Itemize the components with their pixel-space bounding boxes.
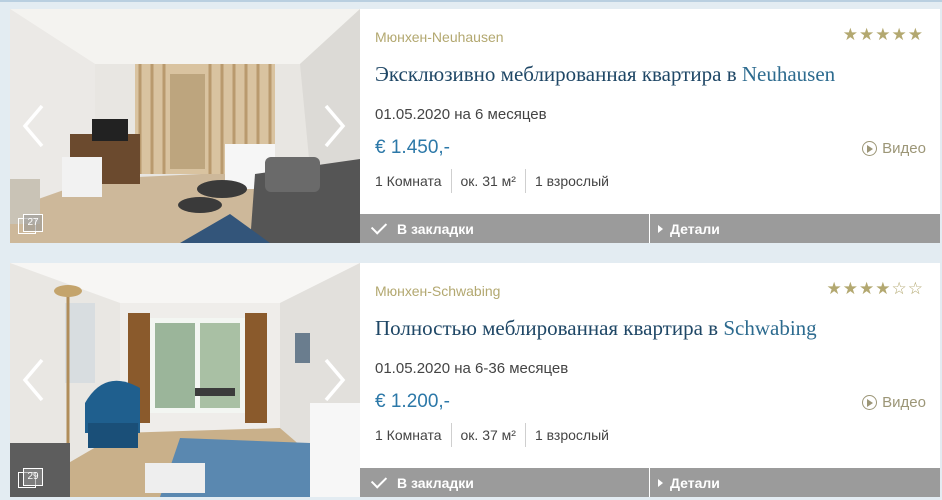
prev-photo-button[interactable] [20, 355, 50, 405]
photo-count-badge[interactable]: 29 [18, 468, 48, 490]
chevron-right-icon [324, 358, 346, 402]
caret-right-icon [658, 478, 663, 487]
listing-photo[interactable]: 27 [10, 9, 360, 243]
chevron-left-icon [22, 358, 44, 402]
title-text: Полностью меблированная квартира в [375, 316, 724, 340]
checkmark-icon [370, 218, 388, 235]
listing-price: € 1.200,- [375, 391, 450, 412]
video-label: Видео [882, 140, 926, 157]
play-circle-icon [862, 395, 878, 410]
listing-info: Мюнхен-Schwabing ★★★★☆☆ Полностью меблир… [360, 263, 940, 468]
listing-location: Мюнхен-Neuhausen [375, 29, 504, 45]
listing-card: 29 Мюнхен-Schwabing ★★★★☆☆ Полностью меб… [10, 263, 940, 497]
details-button[interactable]: Детали [650, 214, 940, 243]
bookmark-label: В закладки [397, 474, 474, 491]
video-link[interactable]: Видео [862, 140, 926, 157]
listing-card: 27 Мюнхен-Neuhausen ★★★★★ Эксклюзивно ме… [10, 9, 940, 243]
listing-location: Мюнхен-Schwabing [375, 283, 501, 299]
listing-actions: В закладки Детали [360, 214, 940, 243]
bookmark-button[interactable]: В закладки [360, 468, 650, 497]
listing-actions: В закладки Детали [360, 468, 940, 497]
room-photo-image [10, 9, 360, 243]
listing-facts: 1 Комната ок. 37 м² 1 взрослый [375, 423, 618, 447]
rating-stars: ★★★★☆☆ [826, 279, 924, 299]
guests: 1 взрослый [524, 169, 618, 193]
photo-count: 29 [23, 468, 43, 486]
title-place: Schwabing [723, 316, 817, 340]
chevron-left-icon [22, 104, 44, 148]
guests: 1 взрослый [524, 423, 618, 447]
title-place: Neuhausen [741, 62, 836, 86]
prev-photo-button[interactable] [20, 101, 50, 151]
listing-price: € 1.450,- [375, 137, 450, 158]
details-button[interactable]: Детали [650, 468, 940, 497]
next-photo-button[interactable] [318, 355, 348, 405]
details-label: Детали [670, 220, 720, 237]
listing-facts: 1 Комната ок. 31 м² 1 взрослый [375, 169, 618, 193]
checkmark-icon [370, 472, 388, 489]
availability-dates: 01.05.2020 на 6-36 месяцев [375, 360, 569, 377]
availability-dates: 01.05.2020 на 6 месяцев [375, 106, 547, 123]
details-label: Детали [670, 474, 720, 491]
video-label: Видео [882, 394, 926, 411]
next-photo-button[interactable] [318, 101, 348, 151]
photo-count: 27 [23, 214, 43, 232]
area: ок. 31 м² [450, 169, 525, 193]
play-circle-icon [862, 141, 878, 156]
listing-info: Мюнхен-Neuhausen ★★★★★ Эксклюзивно мебли… [360, 9, 940, 214]
top-border [0, 0, 942, 2]
photo-count-badge[interactable]: 27 [18, 214, 48, 236]
bookmark-label: В закладки [397, 220, 474, 237]
rating-stars: ★★★★★ [842, 25, 924, 45]
listing-title[interactable]: Полностью меблированная квартира в Schwa… [375, 316, 817, 341]
listing-title[interactable]: Эксклюзивно меблированная квартира в Neu… [375, 62, 835, 87]
listing-photo[interactable]: 29 [10, 263, 360, 497]
caret-right-icon [658, 224, 663, 233]
title-text: Эксклюзивно меблированная квартира в [375, 62, 742, 86]
bookmark-button[interactable]: В закладки [360, 214, 650, 243]
rooms: 1 Комната [375, 173, 442, 189]
chevron-right-icon [324, 104, 346, 148]
area: ок. 37 м² [450, 423, 525, 447]
room-photo-image [10, 263, 360, 497]
video-link[interactable]: Видео [862, 394, 926, 411]
rooms: 1 Комната [375, 427, 442, 443]
